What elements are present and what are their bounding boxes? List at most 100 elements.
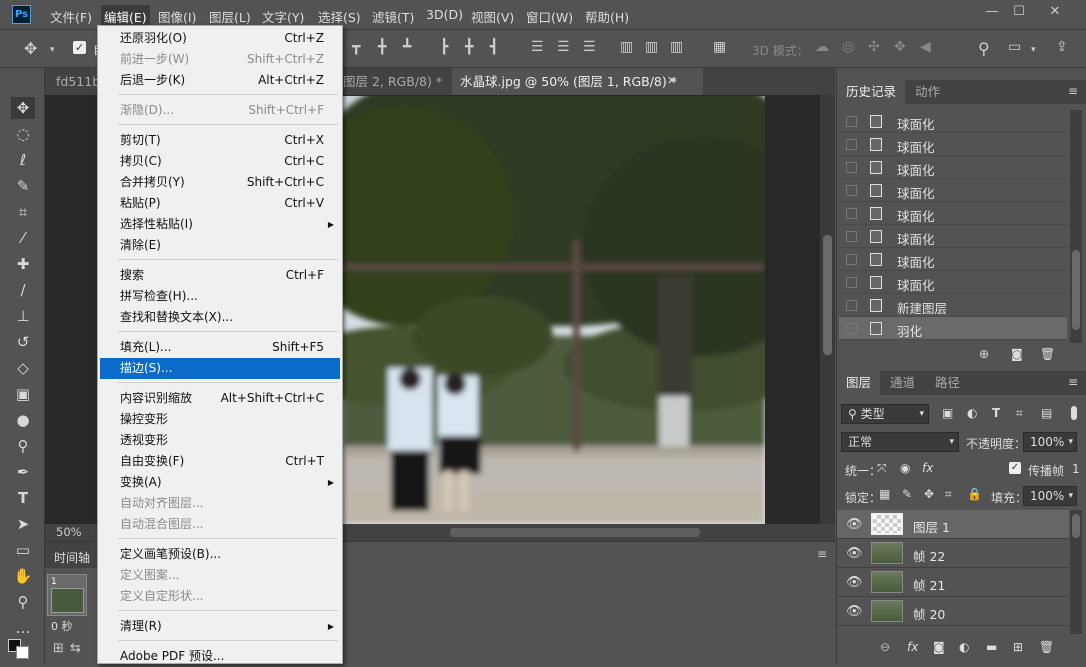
menu-view[interactable]: 视图(V) [471,7,514,26]
layer-style-icon[interactable]: fx [907,640,918,654]
pen-tool-icon[interactable]: ✒ [11,461,35,483]
timeline-title[interactable]: 时间轴 [54,549,90,566]
type-tool-icon[interactable]: T [11,487,35,509]
stamp-tool-icon[interactable]: ⊥ [11,305,35,327]
menu-help[interactable]: 帮助(H) [585,7,629,26]
3d-scale-icon[interactable]: ◀ [920,39,931,55]
path-select-tool-icon[interactable]: ➤ [11,513,35,535]
layer-row[interactable]: 👁 帧 22 [837,539,1069,568]
move-tool-icon[interactable]: ✥ [24,39,37,58]
close-tab-icon[interactable]: ✕ [667,74,676,87]
unify-style-icon[interactable]: fx [922,461,933,475]
crop-tool-icon[interactable]: ⌗ [11,201,35,223]
tab-channels[interactable]: 通道 [881,371,924,395]
menu-filter[interactable]: 滤镜(T) [372,7,414,26]
menu-item-define-brush[interactable]: 定义画笔预设(B)... [100,544,340,565]
tab-history[interactable]: 历史记录 [837,80,906,104]
menu-item-clear[interactable]: 清除(E) [100,235,340,256]
3d-pan-icon[interactable]: ✣ [868,39,880,55]
menu-item-fill[interactable]: 填充(L)... Shift+F5 [100,337,340,358]
loop-icon[interactable]: ⊞ [53,641,64,656]
eraser-tool-icon[interactable]: ◇ [11,357,35,379]
menu-type[interactable]: 文字(Y) [262,7,304,26]
minimize-icon[interactable]: — [982,4,1002,20]
panel-menu-icon[interactable]: ≡ [1068,84,1078,98]
link-layers-icon[interactable]: ⊖ [880,640,890,654]
share-icon[interactable]: ⇪ [1056,39,1068,55]
3d-slide-icon[interactable]: ✥ [894,39,906,55]
distribute-hcenter-icon[interactable]: ▥ [645,39,658,55]
opacity-input[interactable]: 100% ▾ [1023,432,1077,452]
new-layer-icon[interactable]: ⊞ [1013,640,1023,654]
menu-item-step-forward[interactable]: 前进一步(W) Shift+Ctrl+Z [100,49,340,70]
move-tool-icon[interactable]: ✥ [11,97,35,119]
distribute-top-icon[interactable]: ☰ [531,39,544,55]
search-icon[interactable]: ⚲ [978,39,990,58]
quick-select-tool-icon[interactable]: ✎ [11,175,35,197]
history-brush-icon[interactable]: ↺ [11,331,35,353]
tab-layers[interactable]: 图层 [837,371,881,395]
menu-item-transform[interactable]: 变换(A) ▶ [100,472,340,493]
add-mask-icon[interactable]: ◙ [933,640,945,654]
align-right-icon[interactable]: ┫ [490,39,498,55]
menu-item-stroke[interactable]: 描边(S)... [100,358,340,379]
align-vcenter-icon[interactable]: ╋ [378,39,386,55]
blur-tool-icon[interactable]: ● [11,409,35,431]
align-bottom-icon[interactable]: ┻ [403,39,411,55]
unify-visibility-icon[interactable]: ◉ [900,461,910,475]
propagate-checkbox[interactable]: ✓ [1009,462,1021,474]
menu-item-find-replace[interactable]: 查找和替换文本(X)... [100,307,340,328]
marquee-tool-icon[interactable]: ◌ [11,123,35,145]
align-left-icon[interactable]: ┣ [440,39,448,55]
tab-layer2[interactable]: 图层 2, RGB/8) * [335,68,450,95]
lock-transparent-icon[interactable]: ▦ [879,487,890,501]
history-item[interactable]: 球面化 [839,156,1067,179]
lock-all-icon[interactable]: 🔒 [967,487,982,501]
3d-roll-icon[interactable]: ◎ [842,39,854,55]
hand-tool-icon[interactable]: ✋ [11,565,35,587]
zoom-level[interactable]: 50% [56,525,82,539]
menu-item-free-transform[interactable]: 自由变换(F) Ctrl+T [100,451,340,472]
menu-item-define-pattern[interactable]: 定义图案... [100,565,340,586]
repeat-icon[interactable]: ⇆ [70,641,81,656]
distribute-bottom-icon[interactable]: ☰ [583,39,596,55]
menu-item-auto-align[interactable]: 自动对齐图层... [100,493,340,514]
tab-paths[interactable]: 路径 [926,371,969,395]
group-folder-icon[interactable]: ▬ [986,640,997,654]
history-item[interactable]: 新建图层 [839,294,1067,317]
menu-item-step-backward[interactable]: 后退一步(K) Alt+Ctrl+Z [100,70,340,91]
menu-item-paste-special[interactable]: 选择性粘贴(I) ▶ [100,214,340,235]
menu-window[interactable]: 窗口(W) [526,7,573,26]
eyedropper-tool-icon[interactable]: ⁄ [11,227,35,249]
menu-item-purge[interactable]: 清理(R) ▶ [100,616,340,637]
menu-item-content-aware-scale[interactable]: 内容识别缩放 Alt+Shift+Ctrl+C [100,388,340,409]
trash-icon[interactable]: 🗑 [1040,347,1055,361]
align-top-icon[interactable]: ┳ [352,39,360,55]
horizontal-scrollbar[interactable] [450,528,700,537]
camera-icon[interactable]: ◙ [1011,347,1023,361]
history-scrollbar[interactable] [1070,110,1082,343]
unify-position-icon[interactable]: ⤧ [877,461,887,476]
lock-pixels-icon[interactable]: ✎ [902,487,912,501]
menu-3d[interactable]: 3D(D) [426,7,463,22]
layer-kind-filter[interactable]: ⚲ 类型 ▾ [841,404,929,424]
menu-item-search[interactable]: 搜索 Ctrl+F [100,265,340,286]
adjustment-layer-icon[interactable]: ◐ [959,640,969,654]
history-item[interactable]: 球面化 [839,179,1067,202]
menu-item-copy-merged[interactable]: 合并拷贝(Y) Shift+Ctrl+C [100,172,340,193]
dodge-tool-icon[interactable]: ⚲ [11,435,35,457]
new-snapshot-icon[interactable]: ⊕ [979,347,989,361]
menu-item-copy[interactable]: 拷贝(C) Ctrl+C [100,151,340,172]
frame-delay[interactable]: 0 秒 [51,618,73,634]
workspace-icon[interactable]: ▭ [1008,39,1021,55]
layers-scrollbar[interactable] [1070,510,1082,634]
distribute-right-icon[interactable]: ▥ [670,39,683,55]
layer-row[interactable]: 👁 帧 20 [837,597,1069,626]
canvas-image[interactable] [343,96,765,524]
filter-pixel-icon[interactable]: ▣ [942,406,953,420]
menu-image[interactable]: 图像(I) [158,7,196,26]
auto-select-checkbox[interactable]: ✓ [73,41,86,54]
menu-item-puppet-warp[interactable]: 操控变形 [100,409,340,430]
menu-layer[interactable]: 图层(L) [209,7,251,26]
layer-row[interactable]: 👁 帧 21 [837,568,1069,597]
